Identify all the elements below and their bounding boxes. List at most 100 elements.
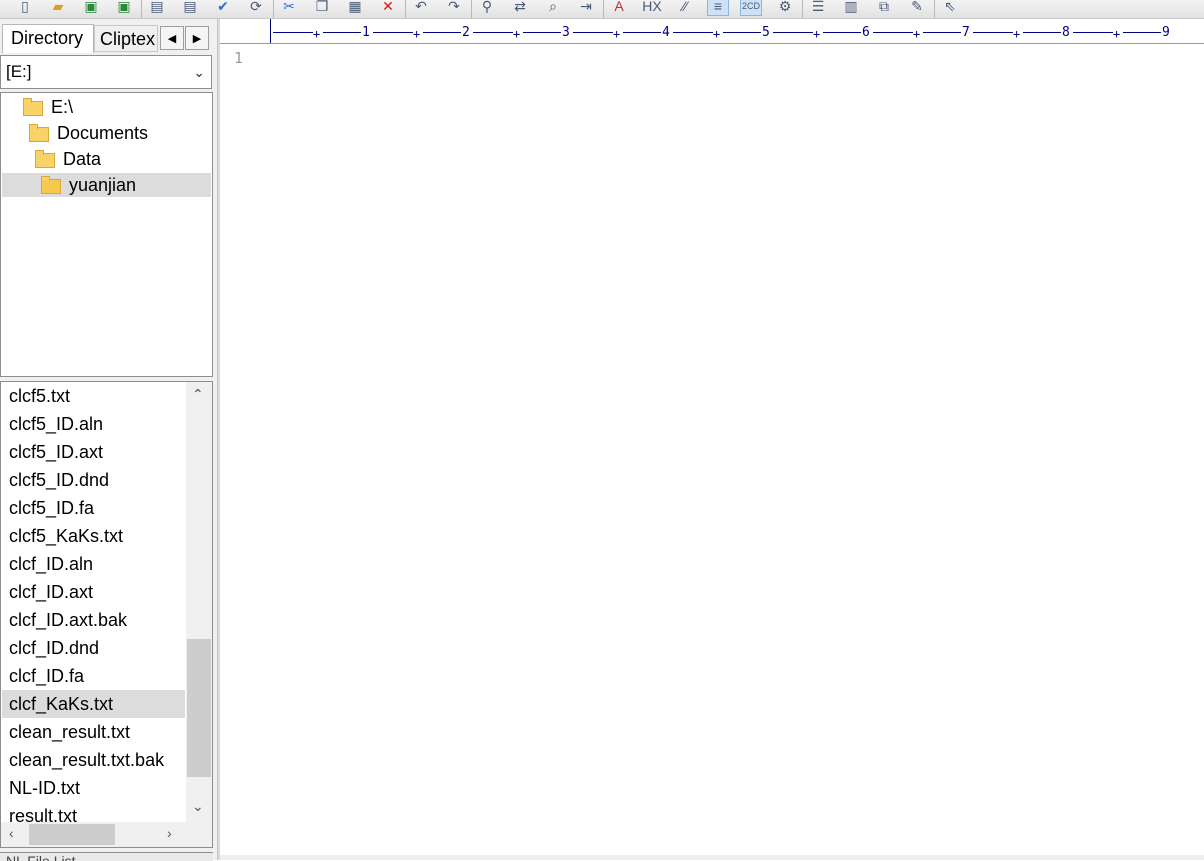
ruler-half-mark: +	[713, 27, 721, 41]
file-list-item[interactable]: clean_result.txt.bak	[2, 746, 185, 774]
scroll-left-icon[interactable]: ‹	[9, 825, 14, 841]
ruler-number: 3	[562, 25, 570, 40]
file-list-item[interactable]: clcf5_ID.axt	[2, 438, 185, 466]
folder-icon	[23, 98, 43, 116]
ruler-dash	[423, 32, 461, 33]
file-list-item[interactable]: clcf5_ID.aln	[2, 410, 185, 438]
file-list-item[interactable]: clcf_ID.aln	[2, 550, 185, 578]
ruler-number: 8	[1062, 25, 1070, 40]
find-icon[interactable]: ⚲	[476, 0, 498, 16]
open-folder-icon	[41, 176, 61, 194]
spell-check-icon[interactable]: ✔	[212, 0, 234, 16]
open-folder-icon[interactable]: ▰	[47, 0, 69, 16]
print-icon[interactable]: ▤	[179, 0, 201, 16]
print-preview-icon[interactable]: ▤	[146, 0, 168, 16]
undo-icon[interactable]: ↶	[410, 0, 432, 16]
horizontal-scroll-thumb[interactable]	[29, 824, 115, 845]
left-panel: Directory Cliptex ◀ ▶ [E:] ⌄ E:\ Document…	[0, 19, 217, 861]
toolbar-separator	[273, 0, 274, 18]
goto-icon[interactable]: ⇥	[575, 0, 597, 16]
file-list-item[interactable]: clcf_ID.fa	[2, 662, 185, 690]
ruler-dash	[1023, 32, 1061, 33]
editor-area[interactable]: +1 +2 +3 +4 +5 +6 +7 +8 +9 1	[220, 19, 1204, 860]
column-markers-icon[interactable]: ▥	[840, 0, 862, 16]
ruler-dash	[823, 32, 861, 33]
tree-item[interactable]: Data	[35, 147, 101, 171]
tab-scroll-left-icon[interactable]: ◀	[160, 26, 184, 50]
folder-icon	[29, 124, 49, 142]
ruler-dash	[723, 32, 761, 33]
ruler-dash	[1073, 32, 1113, 33]
file-list-item[interactable]: clean_result.txt	[2, 718, 185, 746]
ruler-number: 9	[1162, 25, 1170, 40]
file-list-item[interactable]: clcf5_ID.fa	[2, 494, 185, 522]
find-in-files-icon[interactable]: ⌕	[542, 0, 564, 16]
toolbar-separator	[934, 0, 935, 18]
tab-cliptext[interactable]: Cliptex	[94, 25, 158, 52]
font-icon[interactable]: A	[608, 0, 630, 16]
toolbar-separator	[405, 0, 406, 18]
copy-icon[interactable]: ❐	[311, 0, 333, 16]
save-icon[interactable]: ▣	[80, 0, 102, 16]
vertical-scroll-thumb[interactable]	[187, 639, 211, 777]
ruler-dash	[923, 32, 961, 33]
file-list-item[interactable]: clcf_ID.axt	[2, 578, 185, 606]
tree-item[interactable]: yuanjian	[2, 173, 211, 197]
scroll-down-icon[interactable]: ⌄	[192, 798, 204, 815]
file-list-item[interactable]: clcf5.txt	[2, 382, 185, 410]
ruler-number: 5	[762, 25, 770, 40]
ruler-dash	[673, 32, 713, 33]
ruler-dash	[323, 32, 361, 33]
ascii-mode-icon[interactable]: 2CD	[740, 0, 762, 16]
chevron-down-icon[interactable]: ⌄	[193, 56, 205, 88]
toolbar-separator	[802, 0, 803, 18]
column-mode-icon[interactable]: ≡	[707, 0, 729, 16]
script-icon[interactable]: ✎	[906, 0, 928, 16]
tab-scroll-right-icon[interactable]: ▶	[185, 26, 209, 50]
file-list-item[interactable]: NL-ID.txt	[2, 774, 185, 802]
redo-icon[interactable]: ↷	[443, 0, 465, 16]
tree-item-label: yuanjian	[69, 175, 137, 195]
new-file-icon[interactable]: ▯	[14, 0, 36, 16]
file-list-item[interactable]: clcf5_ID.dnd	[2, 466, 185, 494]
word-wrap-icon[interactable]: ⁄⁄	[674, 0, 696, 16]
compare-icon[interactable]: ⧉	[873, 0, 895, 16]
tree-item-label: E:\	[51, 97, 74, 117]
tree-item[interactable]: Documents	[29, 121, 148, 145]
file-list: clcf5.txt clcf5_ID.aln clcf5_ID.axt clcf5_I…	[0, 381, 213, 848]
ruler-dash	[873, 32, 913, 33]
replace-icon[interactable]: ⇄	[509, 0, 531, 16]
column-ruler: +1 +2 +3 +4 +5 +6 +7 +8 +9	[220, 19, 1204, 44]
settings-icon[interactable]: ⚙	[774, 0, 796, 16]
file-list-item[interactable]: clcf_KaKs.txt	[2, 690, 185, 718]
convert-icon[interactable]: ⟳	[245, 0, 267, 16]
cut-icon[interactable]: ✂	[278, 0, 300, 16]
ruler-half-mark: +	[613, 27, 621, 41]
file-list-item[interactable]: clcf_ID.axt.bak	[2, 606, 185, 634]
editor-horizontal-scrollbar[interactable]	[220, 855, 1204, 860]
ruler-dash	[973, 32, 1013, 33]
file-list-vertical-scrollbar[interactable]: ⌃ ⌄	[186, 382, 212, 822]
ruler-number: 1	[362, 25, 370, 40]
save-all-icon[interactable]: ▣	[113, 0, 135, 16]
ruler-half-mark: +	[1113, 27, 1121, 41]
tree-item-label: Data	[63, 149, 102, 169]
tab-directory[interactable]: Directory	[2, 24, 94, 53]
list-lines-icon[interactable]: ☰	[807, 0, 829, 16]
scroll-right-icon[interactable]: ›	[167, 825, 172, 841]
paste-icon[interactable]: ▦	[344, 0, 366, 16]
ruler-dash	[473, 32, 513, 33]
scroll-up-icon[interactable]: ⌃	[192, 386, 204, 403]
ruler-dash	[1123, 32, 1161, 33]
tree-item[interactable]: E:\	[23, 95, 73, 119]
ruler-dash	[573, 32, 613, 33]
file-list-item[interactable]: clcf_ID.dnd	[2, 634, 185, 662]
file-list-item[interactable]: clcf5_KaKs.txt	[2, 522, 185, 550]
toolbar-separator	[141, 0, 142, 18]
delete-icon[interactable]: ✕	[377, 0, 399, 16]
help-icon[interactable]: ⇖	[939, 0, 961, 16]
file-list-horizontal-scrollbar[interactable]: ‹ ›	[1, 822, 212, 847]
drive-select[interactable]: [E:] ⌄	[0, 55, 212, 89]
hex-icon[interactable]: HX	[641, 0, 663, 16]
ruler-number: 4	[662, 25, 670, 40]
